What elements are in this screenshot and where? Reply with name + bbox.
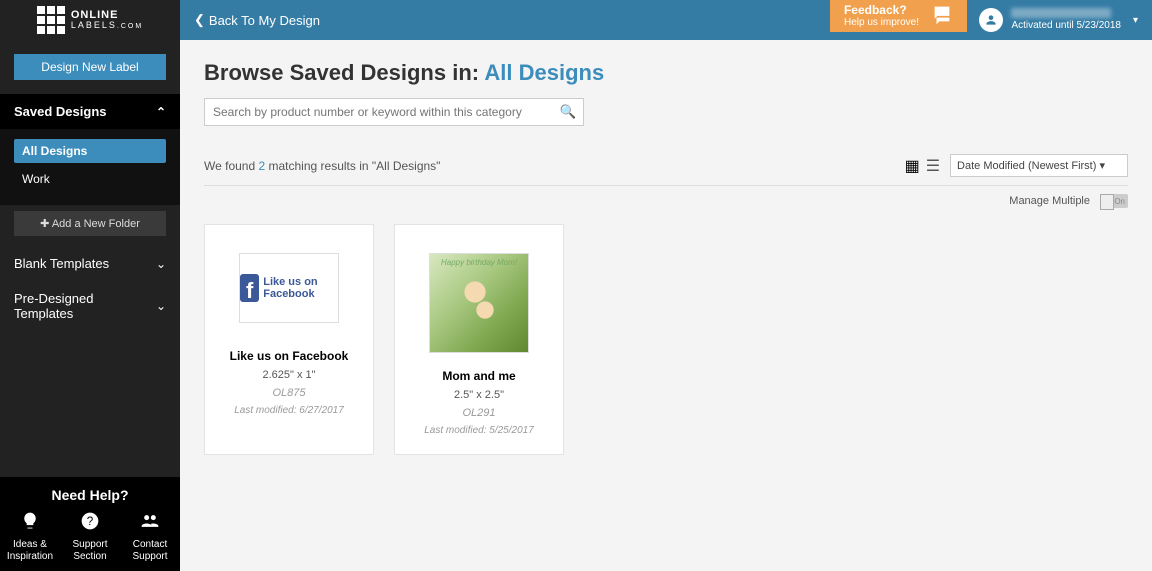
manage-toggle[interactable]: On xyxy=(1100,194,1128,208)
saved-designs-header[interactable]: Saved Designs ⌃ xyxy=(0,94,180,129)
thumb-caption: Happy birthday Mom! xyxy=(430,258,528,267)
search-input[interactable] xyxy=(205,99,553,125)
help-title: Need Help? xyxy=(0,487,180,503)
card-modified: Last modified: 6/27/2017 xyxy=(217,405,361,416)
page-title: Browse Saved Designs in: All Designs xyxy=(204,60,1128,86)
results-bar: We found 2 matching results in "All Desi… xyxy=(204,154,1128,186)
design-thumbnail: Happy birthday Mom! xyxy=(429,253,529,353)
design-card[interactable]: Happy birthday Mom! Mom and me 2.5" x 2.… xyxy=(394,224,564,455)
help-contact[interactable]: Contact Support xyxy=(122,511,178,563)
help-ideas[interactable]: Ideas & Inspiration xyxy=(2,511,58,563)
results-suffix: matching results in "All Designs" xyxy=(265,159,440,173)
chevron-left-icon: ❮ xyxy=(194,12,205,28)
search-icon: 🔍 xyxy=(560,104,577,119)
design-thumbnail: f Like us on Facebook xyxy=(239,253,339,323)
card-sku: OL875 xyxy=(217,387,361,399)
feedback-button[interactable]: Feedback? Help us improve! xyxy=(830,0,967,32)
chevron-down-icon: ▾ xyxy=(1099,160,1105,172)
thumb-text: Like us on Facebook xyxy=(263,276,338,300)
folder-all-designs[interactable]: All Designs xyxy=(14,139,166,163)
add-folder-button[interactable]: ✚ Add a New Folder xyxy=(14,211,166,236)
facebook-icon: f xyxy=(240,274,259,302)
logo[interactable]: ONLINELABELS.COM xyxy=(0,0,180,40)
chevron-down-icon: ⌄ xyxy=(156,257,166,271)
back-label: Back To My Design xyxy=(209,13,320,28)
back-link[interactable]: ❮ Back To My Design xyxy=(194,12,320,28)
folder-work[interactable]: Work xyxy=(14,167,166,191)
sort-select[interactable]: Date Modified (Newest First) ▾ xyxy=(950,154,1128,177)
search-box: 🔍 xyxy=(204,98,584,126)
question-icon: ? xyxy=(80,511,100,531)
cards-grid: f Like us on Facebook Like us on Faceboo… xyxy=(204,224,1128,455)
saved-designs-label: Saved Designs xyxy=(14,104,107,119)
predesigned-templates-label: Pre-Designed Templates xyxy=(14,291,156,321)
results-prefix: We found xyxy=(204,159,258,173)
grid-view-icon[interactable]: ▦ xyxy=(905,156,920,176)
sidebar: Design New Label Saved Designs ⌃ All Des… xyxy=(0,40,180,571)
add-folder-label: Add a New Folder xyxy=(52,218,140,230)
plus-icon: ✚ xyxy=(40,218,52,230)
svg-text:?: ? xyxy=(87,515,94,528)
design-card[interactable]: f Like us on Facebook Like us on Faceboo… xyxy=(204,224,374,455)
toggle-state: On xyxy=(1114,197,1125,206)
account-menu[interactable]: Activated until 5/23/2018 ▾ xyxy=(979,0,1138,40)
card-modified: Last modified: 5/25/2017 xyxy=(407,425,551,436)
chevron-down-icon: ▾ xyxy=(1133,15,1138,26)
page-title-category: All Designs xyxy=(484,60,604,85)
card-title: Mom and me xyxy=(407,369,551,383)
manage-row: Manage Multiple On xyxy=(204,194,1128,208)
help-section: Need Help? Ideas & Inspiration ? Support… xyxy=(0,477,180,571)
chevron-up-icon: ⌃ xyxy=(156,105,166,119)
help-support-label: Support Section xyxy=(62,539,118,563)
card-dimensions: 2.5" x 2.5" xyxy=(407,389,551,401)
logo-grid-icon xyxy=(37,6,65,34)
search-button[interactable]: 🔍 xyxy=(553,99,583,125)
sort-selected: Date Modified (Newest First) xyxy=(957,160,1096,172)
folders-list: All Designs Work xyxy=(0,129,180,205)
predesigned-templates-header[interactable]: Pre-Designed Templates ⌄ xyxy=(0,281,180,331)
help-ideas-label: Ideas & Inspiration xyxy=(2,539,58,563)
logo-text: ONLINELABELS.COM xyxy=(71,10,143,30)
account-email xyxy=(1011,8,1111,18)
chat-icon xyxy=(931,3,953,30)
account-status: Activated until 5/23/2018 xyxy=(1011,20,1121,31)
lightbulb-icon xyxy=(20,511,40,531)
chevron-down-icon: ⌄ xyxy=(156,299,166,313)
help-support-section[interactable]: ? Support Section xyxy=(62,511,118,563)
topbar: ONLINELABELS.COM ❮ Back To My Design Fee… xyxy=(0,0,1152,40)
people-icon xyxy=(140,511,160,531)
list-view-icon[interactable]: ☰ xyxy=(926,156,940,176)
results-text: We found 2 matching results in "All Desi… xyxy=(204,159,440,173)
page-title-prefix: Browse Saved Designs in: xyxy=(204,60,484,85)
card-title: Like us on Facebook xyxy=(217,349,361,363)
help-contact-label: Contact Support xyxy=(122,539,178,563)
blank-templates-header[interactable]: Blank Templates ⌄ xyxy=(0,246,180,281)
card-dimensions: 2.625" x 1" xyxy=(217,369,361,381)
main-content: Browse Saved Designs in: All Designs 🔍 W… xyxy=(180,40,1152,571)
view-toggle: ▦ ☰ xyxy=(905,156,940,176)
manage-label: Manage Multiple xyxy=(1009,195,1090,207)
feedback-subtitle: Help us improve! xyxy=(844,17,919,28)
avatar-icon xyxy=(979,8,1003,32)
design-new-label-button[interactable]: Design New Label xyxy=(14,54,166,80)
feedback-title: Feedback? xyxy=(844,4,919,17)
card-sku: OL291 xyxy=(407,407,551,419)
blank-templates-label: Blank Templates xyxy=(14,256,109,271)
